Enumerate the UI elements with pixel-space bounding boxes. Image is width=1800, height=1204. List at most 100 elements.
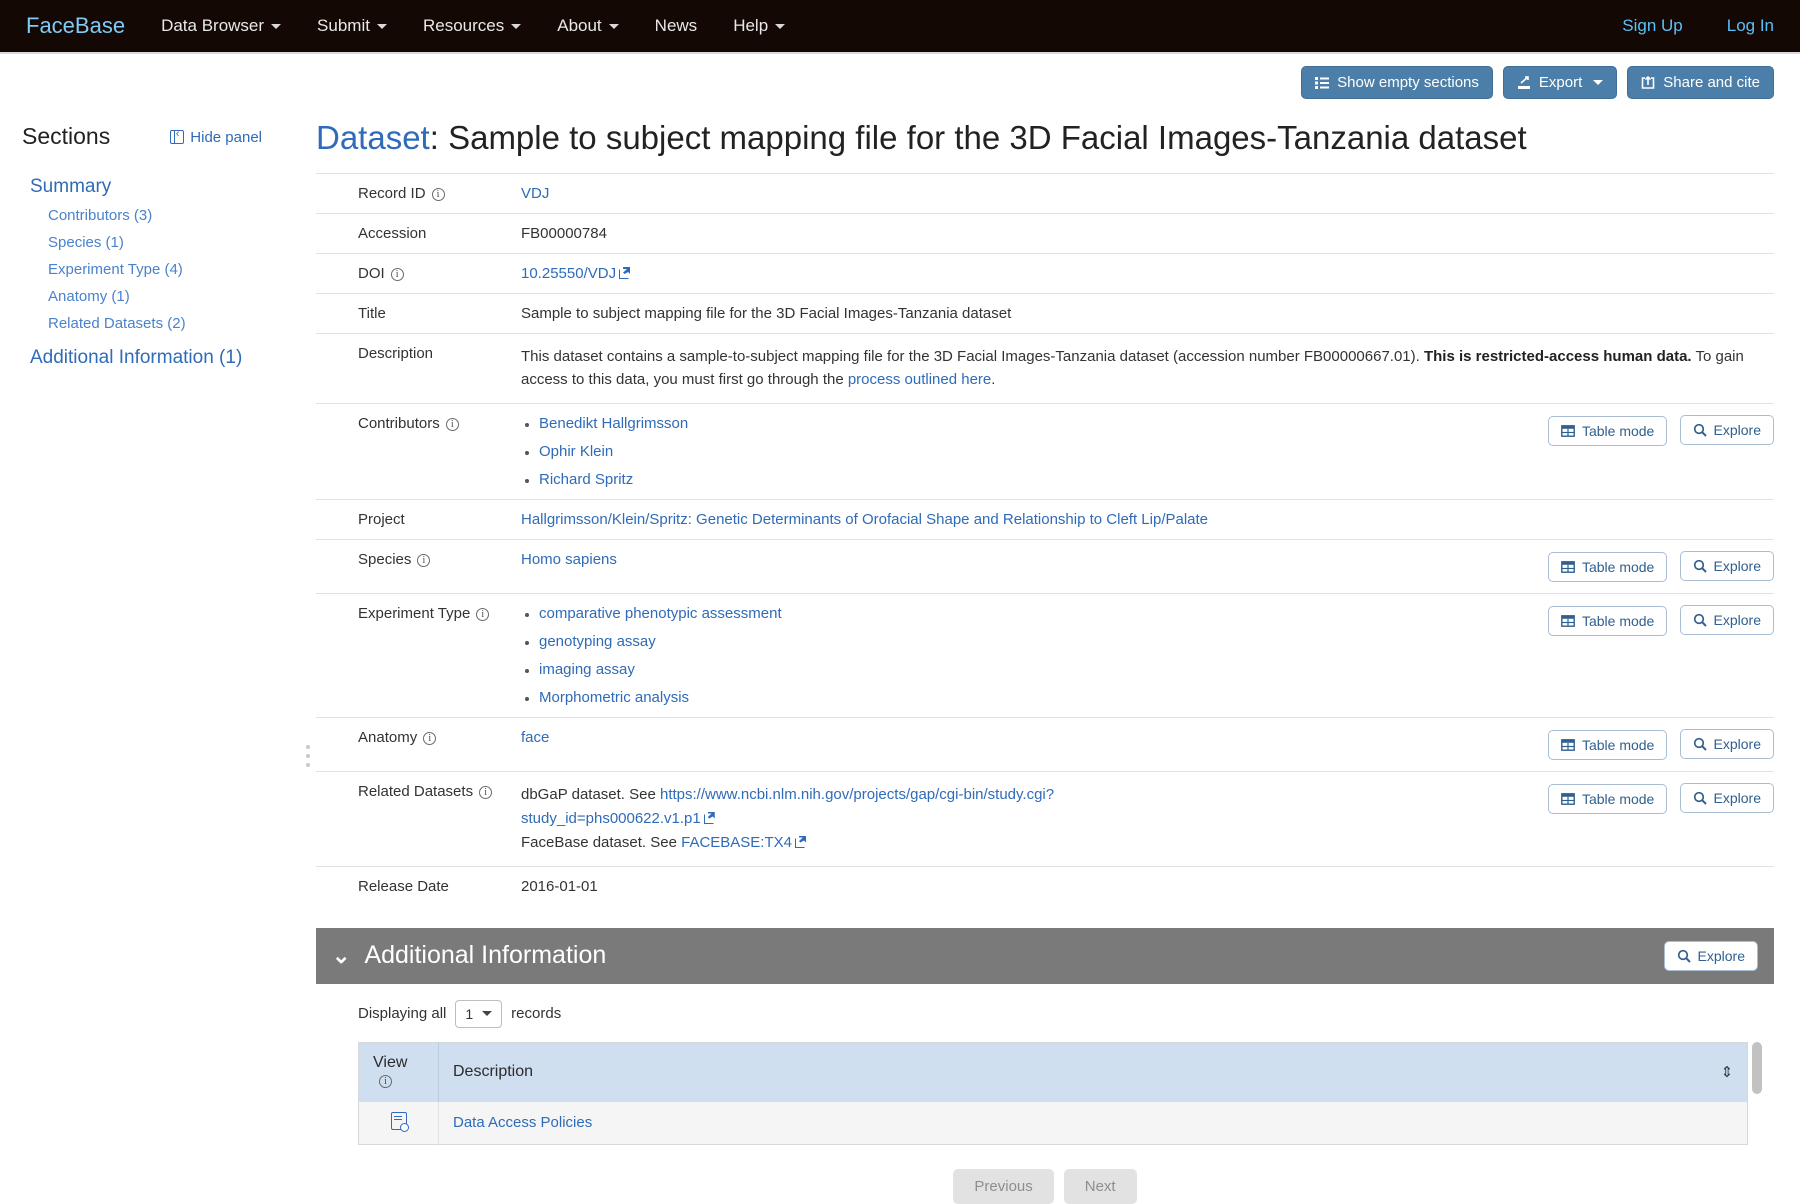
nav-label: About: [557, 16, 602, 35]
contributor-link[interactable]: Benedikt Hallgrimsson: [539, 415, 688, 432]
list-item: Morphometric analysis: [539, 689, 1140, 706]
sort-toggle-icon[interactable]: ⇕: [1721, 1063, 1734, 1081]
sidebar-title: Sections: [22, 123, 111, 149]
table-row-experiment-type: Experiment Type i comparative phenotypic …: [316, 593, 1774, 717]
process-outlined-here-link[interactable]: process outlined here: [848, 371, 991, 388]
page-title-separator: :: [429, 119, 449, 156]
contributor-link[interactable]: Ophir Klein: [539, 443, 613, 460]
experiment-type-link[interactable]: Morphometric analysis: [539, 689, 689, 706]
info-icon[interactable]: i: [445, 417, 459, 431]
top-navbar: FaceBase Data Browser Submit Resources A…: [0, 0, 1800, 54]
data-access-policies-link[interactable]: Data Access Policies: [453, 1114, 592, 1131]
next-page-button[interactable]: Next: [1063, 1168, 1137, 1204]
sidebar-item-species[interactable]: Species (1): [22, 229, 300, 256]
share-icon: [1641, 75, 1655, 89]
explore-button[interactable]: Explore: [1679, 414, 1774, 445]
explore-button[interactable]: Explore: [1679, 728, 1774, 759]
table-icon: [1561, 560, 1575, 573]
column-header-view: View i: [358, 1042, 439, 1101]
info-icon[interactable]: i: [476, 607, 490, 621]
nav-item-data-browser[interactable]: Data Browser: [161, 16, 282, 36]
info-icon[interactable]: i: [379, 1074, 392, 1088]
explore-button[interactable]: Explore: [1679, 782, 1774, 813]
anatomy-link[interactable]: face: [521, 729, 549, 746]
export-icon: [1517, 75, 1530, 89]
nav-item-submit[interactable]: Submit: [317, 16, 387, 36]
scrollbar-thumb[interactable]: [1752, 1041, 1762, 1094]
search-icon: [1693, 791, 1707, 805]
button-label: Table mode: [1581, 558, 1655, 575]
page-title-text: Sample to subject mapping file for the 3…: [448, 119, 1527, 156]
page-size-select[interactable]: 1: [455, 999, 503, 1028]
info-icon[interactable]: i: [417, 553, 431, 567]
experiment-type-link[interactable]: genotyping assay: [539, 633, 656, 650]
info-icon[interactable]: i: [431, 188, 445, 201]
table-mode-button[interactable]: Table mode: [1547, 783, 1668, 814]
table-row-record-id: Record ID i VDJ: [316, 173, 1774, 214]
list-item: comparative phenotypic assessment: [539, 605, 1140, 622]
row-label-related-datasets: Related Datasets i: [316, 771, 521, 866]
sidebar-item-additional-information[interactable]: Additional Information (1): [22, 343, 300, 373]
show-empty-sections-button[interactable]: Show empty sections: [1301, 66, 1493, 99]
record-id-link[interactable]: VDJ: [521, 185, 549, 202]
row-label-experiment-type: Experiment Type i: [316, 593, 521, 717]
experiment-type-link[interactable]: comparative phenotypic assessment: [539, 605, 782, 622]
explore-button[interactable]: Explore: [1679, 604, 1774, 635]
row-actions-experiment-type: Table mode Explore: [1148, 593, 1774, 717]
species-link[interactable]: Homo sapiens: [521, 551, 617, 568]
nav-item-about[interactable]: About: [557, 16, 619, 36]
table-row-species: Species i Homo sapiens Table mode Explor…: [316, 539, 1774, 593]
column-label: Description: [453, 1062, 534, 1080]
table-mode-button[interactable]: Table mode: [1547, 605, 1668, 636]
nav-label: News: [654, 16, 698, 35]
export-button[interactable]: Export: [1502, 66, 1618, 99]
info-icon[interactable]: i: [423, 731, 437, 745]
previous-page-button[interactable]: Previous: [953, 1168, 1054, 1204]
related-dataset-prefix: dbGaP dataset. See: [521, 785, 660, 803]
chevron-down-icon[interactable]: ⌄: [332, 944, 350, 967]
nav-label: Data Browser: [161, 16, 265, 35]
displaying-suffix-label: records: [511, 1005, 562, 1022]
additional-information-explore-button[interactable]: Explore: [1663, 940, 1758, 971]
sidebar-item-related-datasets[interactable]: Related Datasets (2): [22, 310, 300, 337]
button-label: Show empty sections: [1337, 74, 1479, 91]
sidebar-item-contributors[interactable]: Contributors (3): [22, 202, 300, 229]
explore-button[interactable]: Explore: [1679, 550, 1774, 581]
hide-panel-button[interactable]: Hide panel: [170, 127, 262, 146]
sidebar-item-anatomy[interactable]: Anatomy (1): [22, 283, 300, 310]
sidebar-item-experiment-type[interactable]: Experiment Type (4): [22, 256, 300, 283]
navbar-right-group: Sign Up Log In: [1578, 16, 1774, 36]
info-icon[interactable]: i: [479, 785, 493, 799]
table-row-project: Project Hallgrimsson/Klein/Spritz: Genet…: [316, 499, 1774, 539]
brand-logo[interactable]: FaceBase: [26, 13, 125, 39]
table-mode-button[interactable]: Table mode: [1547, 415, 1668, 446]
table-mode-button[interactable]: Table mode: [1547, 729, 1668, 760]
nav-item-help[interactable]: Help: [733, 16, 786, 36]
table-mode-button[interactable]: Table mode: [1547, 551, 1668, 582]
nav-item-resources[interactable]: Resources: [423, 16, 522, 36]
panel-resize-handle[interactable]: [300, 476, 316, 1036]
navbar-divider: [0, 52, 1800, 54]
project-link[interactable]: Hallgrimsson/Klein/Spritz: Genetic Deter…: [521, 511, 1208, 528]
contributor-link[interactable]: Richard Spritz: [539, 471, 633, 488]
view-record-icon[interactable]: [390, 1111, 409, 1132]
sidebar-item-summary[interactable]: Summary: [22, 172, 300, 202]
label-text: Record ID: [358, 185, 426, 202]
share-and-cite-button[interactable]: Share and cite: [1627, 66, 1774, 99]
facebase-dataset-link[interactable]: FACEBASE:TX4: [681, 834, 792, 851]
table-row-accession: Accession FB00000784: [316, 213, 1774, 254]
table-head: View i Description ⇕: [358, 1042, 1748, 1101]
sign-up-link[interactable]: Sign Up: [1622, 16, 1682, 36]
description-part-1: This dataset contains a sample-to-subjec…: [521, 348, 1424, 365]
additional-information-header[interactable]: ⌄ Additional Information Explore: [316, 927, 1774, 984]
table-vertical-scrollbar[interactable]: [1748, 1041, 1764, 1145]
nav-item-news[interactable]: News: [655, 16, 698, 36]
row-actions-contributors: Table mode Explore: [1148, 403, 1774, 499]
info-icon[interactable]: i: [390, 268, 404, 281]
label-text: Anatomy: [358, 728, 418, 746]
doi-link[interactable]: 10.25550/VDJ: [521, 265, 616, 282]
experiment-type-list: comparative phenotypic assessment genoty…: [521, 605, 1140, 706]
experiment-type-link[interactable]: imaging assay: [539, 661, 635, 678]
sidebar-nav-list: Summary Contributors (3) Species (1) Exp…: [22, 172, 300, 373]
log-in-link[interactable]: Log In: [1727, 16, 1774, 36]
